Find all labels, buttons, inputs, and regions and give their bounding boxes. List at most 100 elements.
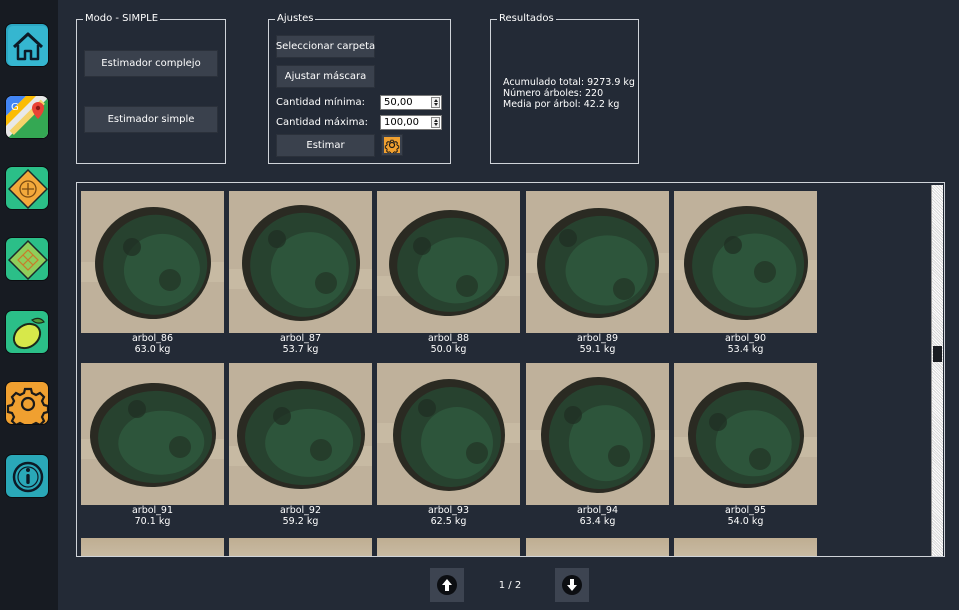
svg-text:G: G [11,102,19,113]
sidebar-item-add-area[interactable] [5,166,49,210]
gear-icon [6,382,48,424]
tree-image [377,363,520,505]
sidebar-item-settings[interactable] [5,381,49,425]
tree-tile[interactable]: arbol_86 63.0 kg [81,191,224,355]
tree-thumbnail[interactable] [81,191,224,333]
arrow-up-icon [437,575,457,595]
sidebar-item-info[interactable] [5,454,49,498]
tree-tile[interactable]: arbol_92 59.2 kg [229,363,372,527]
tree-image [229,191,372,333]
tree-tile[interactable]: arbol_88 50.0 kg [377,191,520,355]
tree-weight: 53.7 kg [282,344,319,355]
tree-name: arbol_90 [724,333,767,344]
sidebar-item-maps[interactable]: G [5,95,49,139]
tree-weight: 59.1 kg [579,344,616,355]
results-total: Acumulado total: 9273.9 kg [503,77,635,88]
tree-tile[interactable]: arbol_89 59.1 kg [526,191,669,355]
tree-thumbnail[interactable] [377,191,520,333]
sidebar-item-lemon[interactable] [5,310,49,354]
page-indicator: 1 / 2 [498,580,522,591]
tree-name: arbol_94 [576,505,619,516]
sidebar-item-grid-area[interactable] [5,237,49,281]
tree-weight: 50.0 kg [430,344,467,355]
home-icon [6,24,48,66]
maps-icon: G [6,96,48,138]
lemon-icon [6,311,48,353]
tree-thumbnail[interactable] [229,363,372,505]
grid-area-icon [6,238,48,280]
sidebar-item-home[interactable] [5,23,49,67]
tree-thumbnail-partial[interactable] [377,538,520,556]
tree-thumbnail[interactable] [81,363,224,505]
tree-tile[interactable]: arbol_91 70.1 kg [81,363,224,527]
settings-title: Ajustes [275,13,316,25]
results-count: Número árboles: 220 [503,88,604,99]
arrow-down-icon [562,575,582,595]
results-group: Resultados Acumulado total: 9273.9 kg Nú… [490,13,639,164]
max-quantity-spin-arrows[interactable] [431,117,440,128]
tree-tile[interactable]: arbol_90 53.4 kg [674,191,817,355]
add-area-icon [6,167,48,209]
tree-thumbnail[interactable] [229,191,372,333]
max-quantity-label: Cantidad máxima: [276,117,368,128]
tree-image [526,363,669,505]
tree-thumbnail[interactable] [526,363,669,505]
tree-weight: 63.0 kg [134,344,171,355]
tree-thumbnail-partial[interactable] [229,538,372,556]
min-quantity-input[interactable]: 50,00 [380,95,442,110]
tree-thumbnail[interactable] [377,363,520,505]
tree-image [81,363,224,505]
tree-thumbnail[interactable] [674,363,817,505]
tree-tile[interactable]: arbol_87 53.7 kg [229,191,372,355]
tree-image [81,191,224,333]
adjust-mask-button[interactable]: Ajustar máscara [276,65,375,88]
results-mean: Media por árbol: 42.2 kg [503,99,620,110]
tree-tile[interactable]: arbol_93 62.5 kg [377,363,520,527]
max-quantity-input[interactable]: 100,00 [380,115,442,130]
mode-group: Modo - SIMPLE Estimador complejo Estimad… [76,13,226,164]
next-page-button[interactable] [555,568,589,602]
sidebar: G [0,0,58,610]
tree-weight: 70.1 kg [134,516,171,527]
previous-page-button[interactable] [430,568,464,602]
select-folder-button[interactable]: Seleccionar carpeta [276,35,375,58]
min-quantity-value: 50,00 [384,97,413,108]
tree-name: arbol_92 [279,505,322,516]
tree-thumbnail-partial[interactable] [81,538,224,556]
tree-image [674,363,817,505]
tree-tile[interactable]: arbol_94 63.4 kg [526,363,669,527]
tree-image [526,191,669,333]
gallery-scrollbar[interactable] [931,185,943,556]
results-title: Resultados [497,13,556,25]
tree-weight: 59.2 kg [282,516,319,527]
min-quantity-spin-arrows[interactable] [431,97,440,108]
tree-weight: 63.4 kg [579,516,616,527]
tree-name: arbol_89 [576,333,619,344]
tree-thumbnail-partial[interactable] [526,538,669,556]
gallery-scrollbar-thumb[interactable] [933,346,942,362]
tree-gallery: arbol_86 63.0 kg arbol_87 53.7 kg arbol_88 50… [76,182,945,557]
tree-weight: 62.5 kg [430,516,467,527]
app-window: G Modo - SIMPLE Estimador complejo Estim… [0,0,959,610]
tree-thumbnail-partial[interactable] [674,538,817,556]
gear-icon [384,137,400,153]
tree-name: arbol_95 [724,505,767,516]
max-quantity-value: 100,00 [384,117,419,128]
tree-name: arbol_88 [427,333,470,344]
tree-image [229,363,372,505]
complex-estimator-button[interactable]: Estimador complejo [84,50,218,77]
tree-thumbnail[interactable] [674,191,817,333]
estimate-settings-button[interactable] [381,134,403,156]
tree-weight: 53.4 kg [727,344,764,355]
info-icon [6,455,48,497]
tree-image [674,191,817,333]
estimate-button[interactable]: Estimar [276,134,375,157]
simple-estimator-button[interactable]: Estimador simple [84,106,218,133]
tree-thumbnail[interactable] [526,191,669,333]
tree-name: arbol_87 [279,333,322,344]
results-summary: Acumulado total: 9273.9 kg Número árbole… [503,77,635,110]
tree-tile[interactable]: arbol_95 54.0 kg [674,363,817,527]
min-quantity-label: Cantidad mínima: [276,97,366,108]
tree-name: arbol_93 [427,505,470,516]
tree-image [377,191,520,333]
